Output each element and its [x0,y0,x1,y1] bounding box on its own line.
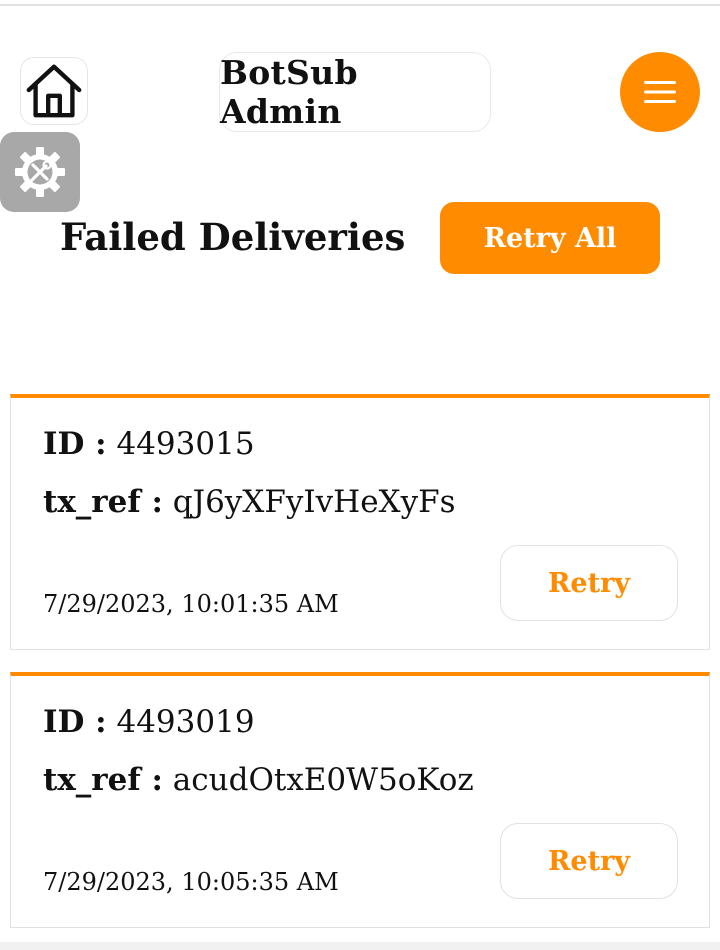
home-button[interactable] [20,57,88,125]
id-label: ID : [43,704,107,740]
retry-button[interactable]: Retry [500,545,678,621]
tx-ref-label: tx_ref : [43,484,163,520]
home-icon [26,64,82,118]
retry-all-button[interactable]: Retry All [440,202,660,274]
delivery-id: 4493015 [116,426,255,462]
delivery-card: ID : 4493019 tx_ref : acudOtxE0W5oKoz 7/… [10,672,710,928]
delivery-tx-ref: qJ6yXFyIvHeXyFs [172,484,456,520]
delivery-txref-row: tx_ref : acudOtxE0W5oKoz [43,762,474,798]
delivery-id-row: ID : 4493015 [43,426,255,462]
bottom-divider [0,942,720,950]
hamburger-menu-icon [644,81,676,103]
delivery-txref-row: tx_ref : qJ6yXFyIvHeXyFs [43,484,456,520]
delivery-id-row: ID : 4493019 [43,704,255,740]
delivery-card: ID : 4493015 tx_ref : qJ6yXFyIvHeXyFs 7/… [10,394,710,650]
id-label: ID : [43,426,107,462]
settings-gear-tools-icon [15,147,65,197]
delivery-tx-ref: acudOtxE0W5oKoz [172,762,474,798]
delivery-timestamp: 7/29/2023, 10:01:35 AM [43,590,339,618]
app-title: BotSub Admin [219,52,491,132]
menu-button[interactable] [620,52,700,132]
retry-button[interactable]: Retry [500,823,678,899]
delivery-timestamp: 7/29/2023, 10:05:35 AM [43,868,339,896]
settings-button[interactable] [0,132,80,212]
top-divider [0,4,720,6]
page-title: Failed Deliveries [60,215,406,259]
tx-ref-label: tx_ref : [43,762,163,798]
delivery-id: 4493019 [116,704,255,740]
